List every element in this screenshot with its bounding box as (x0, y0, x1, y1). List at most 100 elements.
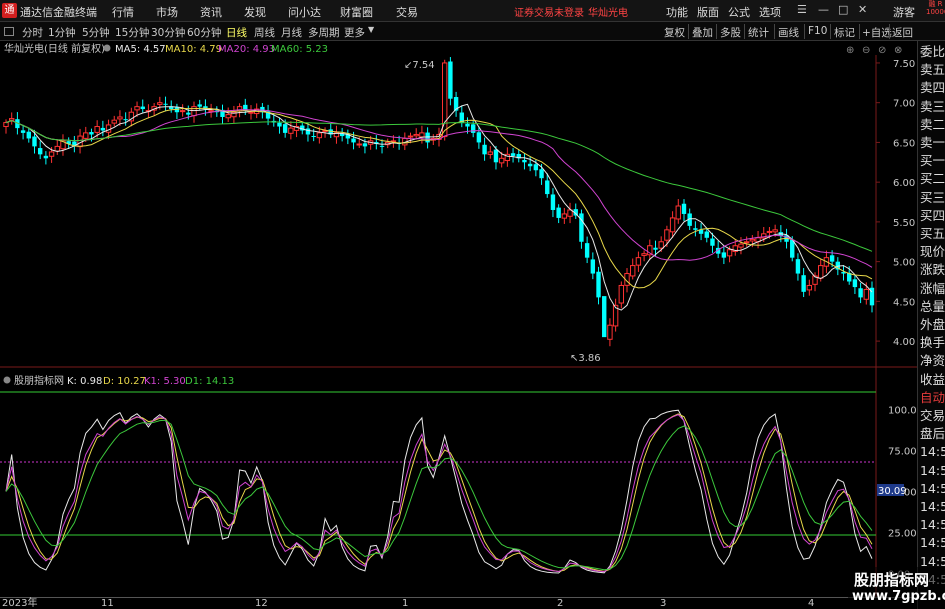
tab-intraday[interactable]: 分时 (22, 25, 43, 40)
side-panel-label: 14:56 (920, 499, 945, 514)
tool-multi-stock[interactable]: 多股 (720, 25, 741, 40)
tab-daily[interactable]: 日线 (226, 25, 247, 40)
tab-monthly[interactable]: 月线 (281, 25, 302, 40)
tool-mark[interactable]: 标记 (834, 25, 855, 40)
menu-item-market[interactable]: 市场 (156, 4, 178, 20)
tool-draw[interactable]: 画线 (778, 25, 799, 40)
current-stock-name: 华灿光电 (588, 8, 628, 19)
menu-item-discover[interactable]: 发现 (244, 4, 266, 20)
candle-body (54, 145, 60, 152)
tool-back[interactable]: 返回 (892, 25, 913, 40)
tool-f10[interactable]: F10 (808, 25, 827, 37)
candle-body (596, 271, 601, 298)
minimize-icon[interactable]: — (818, 3, 829, 16)
x-axis-label: 11 (101, 598, 114, 609)
panel-close-icon[interactable]: ⊗ (894, 45, 902, 56)
candle-body (43, 155, 49, 159)
candle-body (20, 130, 26, 133)
menu-item-formula[interactable]: 公式 (728, 4, 750, 20)
tool-overlay[interactable]: 叠加 (692, 25, 713, 40)
side-panel-label: 14:56 (920, 480, 945, 496)
tool-statistics[interactable]: 统计 (748, 25, 769, 40)
kdj-d1-legend: D1: 14.13 (185, 376, 234, 387)
candle-body (123, 119, 128, 121)
candle-body (602, 296, 607, 338)
separator (688, 24, 689, 39)
price-tick-group: 7.50 7.00 6.50 6.00 5.50 5.00 4.50 4.00 (876, 59, 915, 348)
ma5-legend: MA5: 4.57 (115, 44, 166, 55)
window-menu-icon[interactable]: ☰ (797, 3, 807, 16)
candle-body (664, 229, 670, 241)
menu-item-layout[interactable]: 版面 (697, 4, 719, 20)
tool-adjust[interactable]: 复权 (664, 25, 685, 40)
tab-weekly[interactable]: 周线 (254, 25, 275, 40)
side-panel-label: 卖一 (920, 135, 945, 150)
price-tick-label: 6.00 (893, 178, 915, 189)
tab-multi-period[interactable]: 多周期 (308, 25, 340, 40)
side-panel-label: 委比 (920, 44, 945, 59)
separator (774, 24, 775, 39)
low-price-label: ↖3.86 (570, 353, 601, 364)
tab-1min[interactable]: 1分钟 (48, 25, 76, 40)
maximize-icon[interactable]: □ (838, 3, 848, 16)
indicator-settings-icon[interactable] (103, 44, 111, 52)
chart-area[interactable]: 华灿光电(日线 前复权) MA5: 4.57 MA10: 4.79 MA20: … (0, 41, 917, 597)
candle-body (476, 132, 482, 143)
menu-item-function[interactable]: 功能 (666, 4, 688, 20)
x-axis-label: 4 (808, 598, 815, 609)
side-panel-label: 现价 (920, 244, 945, 260)
ma10-legend: MA10: 4.79 (165, 44, 222, 55)
side-panel-label: 卖五 (920, 62, 945, 78)
candle-body (738, 243, 744, 248)
side-panel-label: 盘后 (920, 426, 945, 442)
candle-body (710, 238, 715, 246)
side-panel-label: 交易 (920, 408, 945, 423)
tab-15min[interactable]: 15分钟 (115, 25, 149, 40)
menu-item-wealth[interactable]: 财富圈 (340, 4, 373, 20)
candle-body (806, 284, 813, 291)
candle-body (618, 284, 625, 304)
zoom-out-icon[interactable]: ⊖ (862, 45, 870, 56)
candle-body (288, 127, 294, 134)
tab-more[interactable]: 更多 (344, 25, 365, 40)
candle-body (635, 257, 642, 266)
price-panel-title: 华灿光电(日线 前复权) (4, 42, 105, 55)
candle-body (26, 131, 31, 139)
tab-30min[interactable]: 30分钟 (151, 25, 185, 40)
login-warning[interactable]: 证券交易未登录 (514, 4, 584, 19)
candle-body (550, 194, 556, 210)
panel-menu-icon[interactable]: ⊘ (878, 45, 886, 56)
menu-item-news[interactable]: 资讯 (200, 4, 222, 20)
menu-item-quotes[interactable]: 行情 (112, 4, 134, 20)
separator (804, 24, 805, 39)
candlestick-series (3, 57, 875, 347)
indicator-lines (5, 409, 873, 574)
guest-account[interactable]: 游客 (893, 4, 915, 20)
tab-60min[interactable]: 60分钟 (187, 25, 221, 40)
price-tick-label: 6.50 (893, 138, 915, 149)
side-panel-label: 14:56 (920, 444, 945, 460)
candle-body (607, 324, 613, 340)
candle-body (111, 119, 117, 124)
candle-body (89, 132, 94, 135)
menu-item-trade[interactable]: 交易 (396, 4, 418, 20)
indicator-settings-icon[interactable] (3, 376, 11, 384)
candle-body (8, 118, 15, 121)
side-panel-label: 外盘 (920, 317, 945, 332)
close-icon[interactable]: ✕ (858, 3, 867, 16)
menu-item-assistant[interactable]: 问小达 (288, 4, 321, 20)
candle-body (48, 151, 55, 157)
layout-toggle-icon[interactable] (4, 27, 14, 36)
tab-5min[interactable]: 5分钟 (82, 25, 110, 40)
candle-body (852, 279, 858, 288)
watermark-line1: 股朋指标网 (854, 571, 930, 589)
tool-add-watchlist[interactable]: +自选 (862, 25, 892, 40)
candle-body (818, 265, 824, 279)
side-panel-label: 净资 (920, 353, 945, 369)
side-panel-label: 14:56 (920, 517, 945, 533)
more-dropdown-icon[interactable]: ▼ (368, 25, 374, 34)
menu-item-options[interactable]: 选项 (759, 4, 781, 20)
side-panel-label: 卖三 (920, 98, 945, 114)
candle-body (362, 143, 368, 147)
zoom-in-icon[interactable]: ⊕ (846, 45, 854, 56)
